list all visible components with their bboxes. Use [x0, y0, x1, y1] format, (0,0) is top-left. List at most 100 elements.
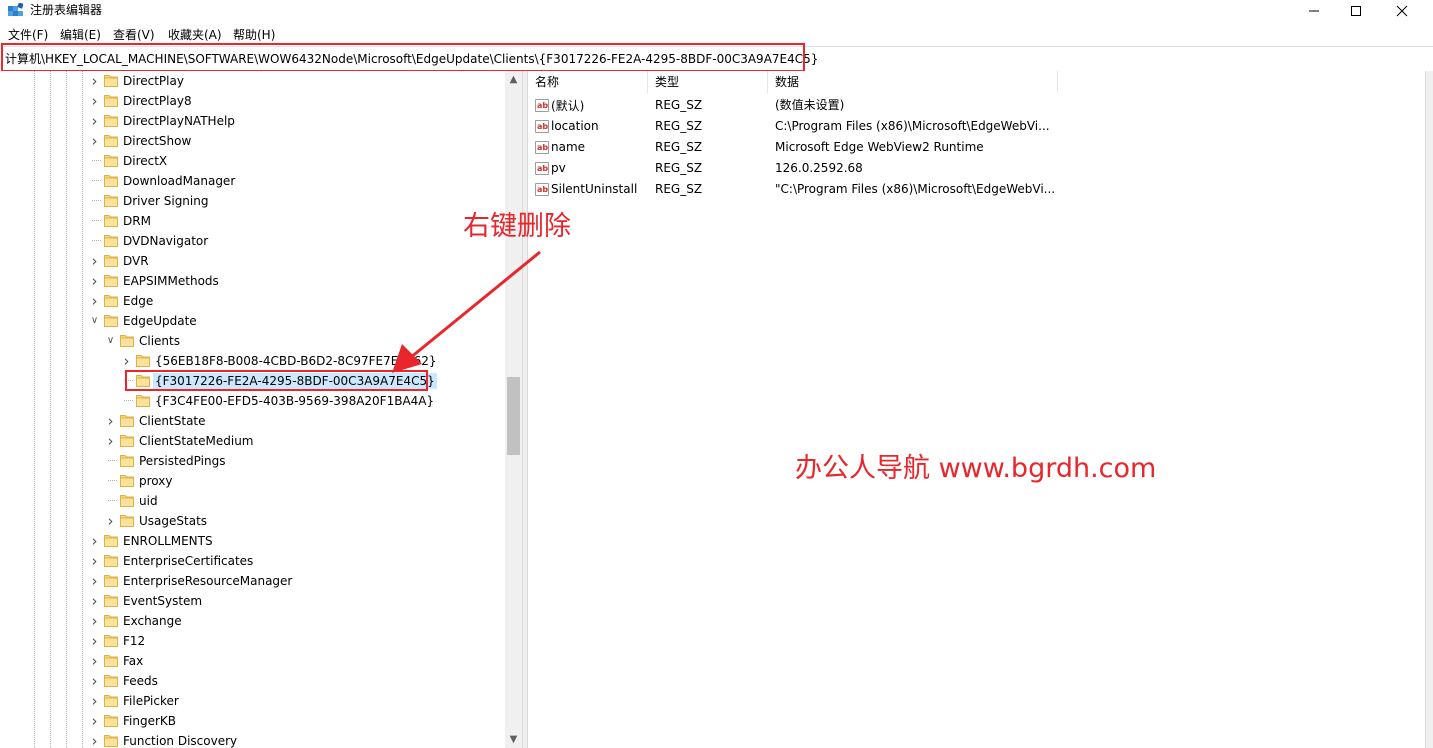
string-value-icon: ab — [535, 98, 549, 112]
tree-item[interactable]: › F12 — [0, 631, 505, 651]
tree-item-label: DownloadManager — [123, 174, 236, 188]
tree-item[interactable]: › DirectPlay8 — [0, 91, 505, 111]
minimize-button[interactable] — [1291, 0, 1337, 22]
value-data: 126.0.2592.68 — [775, 161, 863, 175]
tree-item[interactable]: › ClientState — [0, 411, 505, 431]
maximize-button[interactable] — [1333, 0, 1379, 22]
chevron-right-icon[interactable]: › — [89, 272, 100, 290]
column-header-type[interactable]: 类型 — [648, 71, 768, 93]
tree-item[interactable]: › DirectPlay — [0, 71, 505, 91]
chevron-right-icon[interactable]: › — [105, 432, 116, 450]
key-tree[interactable]: › DirectPlay › DirectPlay8 › DirectPlayNATHel… — [0, 71, 522, 748]
value-row[interactable]: ab SilentUninstall REG_SZ "C:\Program Files… — [528, 179, 1425, 200]
scroll-thumb[interactable] — [507, 377, 520, 455]
chevron-right-icon[interactable]: › — [89, 632, 100, 650]
tree-item[interactable]: DownloadManager — [0, 171, 505, 191]
tree-item[interactable]: › DirectPlayNATHelp — [0, 111, 505, 131]
tree-item[interactable]: › EnterpriseResourceManager — [0, 571, 505, 591]
scroll-down-arrow-icon[interactable]: ▼ — [505, 731, 522, 748]
chevron-right-icon[interactable]: › — [89, 92, 100, 110]
value-name-cell: ab pv — [535, 160, 566, 176]
tree-item[interactable]: › EventSystem — [0, 591, 505, 611]
chevron-right-icon[interactable]: › — [89, 552, 100, 570]
tree-item[interactable]: DirectX — [0, 151, 505, 171]
tree-item[interactable]: uid — [0, 491, 505, 511]
tree-item[interactable]: › ENROLLMENTS — [0, 531, 505, 551]
value-name-cell: ab SilentUninstall — [535, 181, 637, 197]
value-row[interactable]: ab pv REG_SZ 126.0.2592.68 — [528, 158, 1425, 179]
folder-icon — [104, 135, 118, 147]
tree-item[interactable]: proxy — [0, 471, 505, 491]
tree-item[interactable]: Driver Signing — [0, 191, 505, 211]
folder-icon — [104, 255, 118, 267]
value-row[interactable]: ab (默认) REG_SZ (数值未设置) — [528, 95, 1425, 116]
value-row[interactable]: ab name REG_SZ Microsoft Edge WebView2 Runt… — [528, 137, 1425, 158]
tree-item[interactable]: › FilePicker — [0, 691, 505, 711]
tree-item[interactable]: › Feeds — [0, 671, 505, 691]
folder-icon — [104, 595, 118, 607]
value-type: REG_SZ — [655, 119, 703, 133]
value-name: name — [551, 140, 586, 154]
tree-item[interactable]: › EnterpriseCertificates — [0, 551, 505, 571]
menu-edit[interactable]: 编辑(E) — [60, 27, 101, 43]
chevron-right-icon[interactable]: › — [89, 732, 100, 748]
tree-item[interactable]: › Fax — [0, 651, 505, 671]
chevron-right-icon[interactable]: › — [89, 532, 100, 550]
tree-item[interactable]: › UsageStats — [0, 511, 505, 531]
column-header-name[interactable]: 名称 — [528, 71, 648, 93]
folder-icon — [120, 495, 134, 507]
chevron-right-icon[interactable]: › — [89, 712, 100, 730]
string-value-icon: ab — [535, 140, 549, 154]
tree-item-label: DirectPlay8 — [123, 94, 192, 108]
window-edge — [1425, 71, 1433, 748]
maximize-icon — [1351, 6, 1361, 16]
folder-icon — [120, 455, 134, 467]
value-name: pv — [551, 161, 566, 175]
tree-item[interactable]: › Function Discovery — [0, 731, 505, 748]
menu-help[interactable]: 帮助(H) — [233, 27, 275, 43]
chevron-right-icon[interactable]: › — [89, 612, 100, 630]
chevron-right-icon[interactable]: › — [89, 132, 100, 150]
tree-item[interactable]: › Exchange — [0, 611, 505, 631]
value-data: Microsoft Edge WebView2 Runtime — [775, 140, 984, 154]
menu-favorites[interactable]: 收藏夹(A) — [168, 27, 222, 43]
tree-item[interactable]: PersistedPings — [0, 451, 505, 471]
chevron-right-icon[interactable]: › — [121, 352, 132, 370]
column-header-data[interactable]: 数据 — [768, 71, 1058, 93]
folder-icon — [120, 435, 134, 447]
tree-item[interactable]: DRM — [0, 211, 505, 231]
chevron-right-icon[interactable]: › — [89, 652, 100, 670]
chevron-down-icon[interactable]: ∨ — [89, 315, 100, 326]
chevron-down-icon[interactable]: ∨ — [105, 335, 116, 346]
chevron-right-icon[interactable]: › — [89, 672, 100, 690]
chevron-right-icon[interactable]: › — [89, 72, 100, 90]
scroll-up-arrow-icon[interactable]: ▲ — [505, 71, 522, 88]
value-name-cell: ab name — [535, 139, 585, 155]
chevron-right-icon[interactable]: › — [89, 592, 100, 610]
value-list[interactable]: 名称 类型 数据 ab (默认) REG_SZ (数值未设置) ab location RE… — [528, 71, 1425, 748]
chevron-right-icon[interactable]: › — [89, 572, 100, 590]
chevron-right-icon[interactable]: › — [89, 252, 100, 270]
tree-item[interactable]: › FingerKB — [0, 711, 505, 731]
tree-item[interactable]: {F3C4FE00-EFD5-403B-9569-398A20F1BA4A} — [0, 391, 505, 411]
chevron-right-icon[interactable]: › — [89, 292, 100, 310]
tree-item-label: Exchange — [123, 614, 182, 628]
value-row[interactable]: ab location REG_SZ C:\Program Files (x86)\M… — [528, 116, 1425, 137]
tree-item[interactable]: › ClientStateMedium — [0, 431, 505, 451]
tree-item-label: EdgeUpdate — [123, 314, 197, 328]
tree-item-label: DRM — [123, 214, 151, 228]
menu-view[interactable]: 查看(V) — [113, 27, 155, 43]
tree-scrollbar[interactable]: ▲ ▼ — [505, 71, 522, 748]
close-button[interactable] — [1379, 0, 1425, 22]
chevron-right-icon[interactable]: › — [105, 412, 116, 430]
folder-icon — [104, 275, 118, 287]
tree-item[interactable]: › DirectShow — [0, 131, 505, 151]
chevron-right-icon[interactable]: › — [105, 512, 116, 530]
menu-file[interactable]: 文件(F) — [8, 27, 48, 43]
menu-bar: 文件(F) 编辑(E) 查看(V) 收藏夹(A) 帮助(H) — [0, 26, 400, 44]
chevron-right-icon[interactable]: › — [89, 112, 100, 130]
value-name: SilentUninstall — [551, 182, 638, 196]
tree-item-label: Clients — [139, 334, 180, 348]
chevron-right-icon[interactable]: › — [89, 692, 100, 710]
folder-icon — [104, 675, 118, 687]
